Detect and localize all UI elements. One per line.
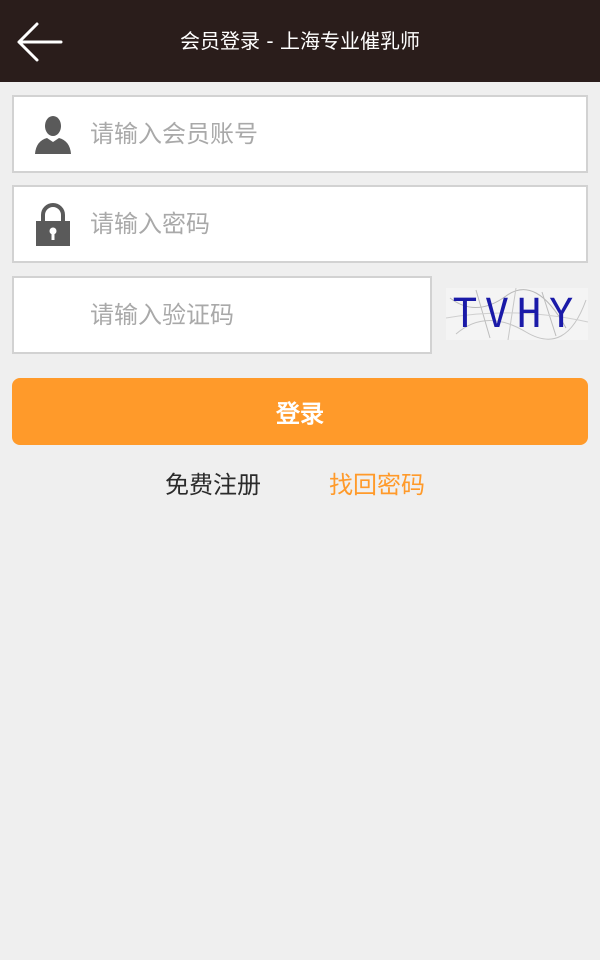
account-input[interactable]	[90, 97, 576, 171]
recover-password-link[interactable]: 找回密码	[329, 463, 425, 507]
user-icon	[32, 97, 74, 171]
captcha-input[interactable]	[90, 278, 420, 352]
captcha-code: TVHY	[452, 291, 582, 337]
login-button[interactable]: 登录	[12, 378, 588, 445]
back-button[interactable]	[14, 18, 64, 66]
header-bar: 会员登录 - 上海专业催乳师	[0, 0, 600, 82]
lock-icon	[32, 187, 74, 261]
account-field	[12, 95, 588, 173]
password-input[interactable]	[90, 187, 576, 261]
arrow-left-icon	[17, 22, 63, 62]
password-field	[12, 185, 588, 263]
captcha-image[interactable]: TVHY	[446, 288, 588, 340]
page-title: 会员登录 - 上海专业催乳师	[180, 29, 420, 53]
register-link[interactable]: 免费注册	[165, 463, 261, 507]
captcha-field	[12, 276, 432, 354]
